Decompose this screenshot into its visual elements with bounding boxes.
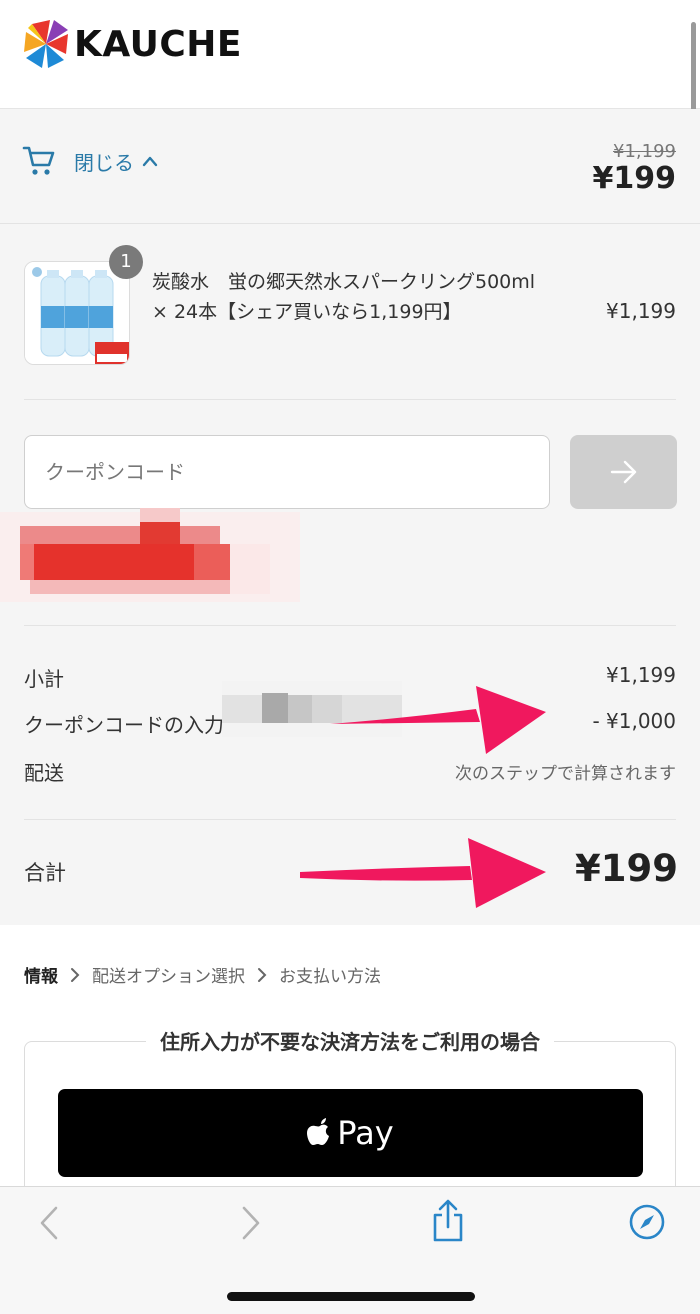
arrow-right-icon — [610, 460, 636, 484]
express-checkout-title: 住所入力が不要な決済方法をご利用の場合 — [146, 1030, 554, 1054]
total-value: ¥199 — [575, 847, 678, 890]
annotation-arrow-total — [300, 838, 546, 908]
apply-coupon-button[interactable] — [570, 435, 677, 509]
divider — [24, 819, 676, 820]
cart-icon — [22, 146, 55, 175]
chevron-up-icon — [142, 156, 158, 167]
subtotal-label: 小計 — [24, 667, 64, 691]
sparkling-water-bottles-image — [25, 262, 129, 364]
breadcrumb-payment[interactable]: お支払い方法 — [279, 962, 381, 987]
breadcrumb-shipping[interactable]: 配送オプション選択 — [92, 962, 245, 987]
coupon-applied-label: クーポンコードの入力 — [24, 713, 224, 737]
apple-logo-icon — [307, 1118, 330, 1145]
divider — [24, 625, 676, 626]
subtotal-value: ¥1,199 — [606, 663, 676, 687]
toggle-label: 閉じる — [74, 150, 134, 175]
divider — [24, 399, 676, 400]
product-name: 炭酸水 蛍の郷天然水スパークリング500ml × 24本【シェア買いなら1,19… — [152, 271, 536, 323]
divider — [0, 223, 700, 224]
shipping-note: 次のステップで計算されます — [455, 764, 676, 784]
order-summary-toggle[interactable]: 閉じる — [22, 145, 158, 177]
express-checkout-title-wrap: 住所入力が不要な決済方法をご利用の場合 — [0, 1026, 700, 1055]
apple-pay-label: Pay — [337, 1114, 394, 1152]
share-icon[interactable] — [430, 1199, 466, 1243]
redacted-discount-notice — [0, 508, 300, 602]
compass-icon[interactable] — [628, 1203, 666, 1241]
site-header: KAUCHE — [0, 0, 700, 109]
coupon-code-input[interactable] — [24, 435, 550, 509]
forward-chevron-icon[interactable] — [240, 1205, 262, 1241]
coupon-discount-value: - ¥1,000 — [592, 709, 676, 733]
apple-pay-button[interactable]: Pay — [58, 1089, 643, 1177]
home-indicator[interactable] — [227, 1292, 475, 1301]
order-summary-panel: 閉じる ¥1,199 ¥199 1 炭酸水 蛍の郷天然水スパークリング500ml… — [0, 109, 700, 925]
breadcrumb-information: 情報 — [24, 967, 58, 987]
chevron-right-icon — [70, 967, 80, 983]
back-chevron-icon[interactable] — [38, 1205, 60, 1241]
brand-name[interactable]: KAUCHE — [74, 24, 242, 65]
original-price: ¥1,199 — [613, 141, 676, 162]
checkout-breadcrumb: 情報 配送オプション選択 お支払い方法 — [24, 962, 381, 987]
quantity-badge: 1 — [109, 245, 143, 279]
product-thumbnail — [24, 261, 130, 365]
total-label: 合計 — [24, 861, 66, 885]
chevron-right-icon — [257, 967, 267, 983]
shipping-label: 配送 — [24, 761, 64, 785]
annotation-arrow-discount — [330, 686, 546, 754]
summary-total-price: ¥199 — [592, 161, 677, 196]
product-price: ¥1,199 — [606, 299, 676, 323]
kauche-logo-icon[interactable] — [24, 20, 68, 68]
